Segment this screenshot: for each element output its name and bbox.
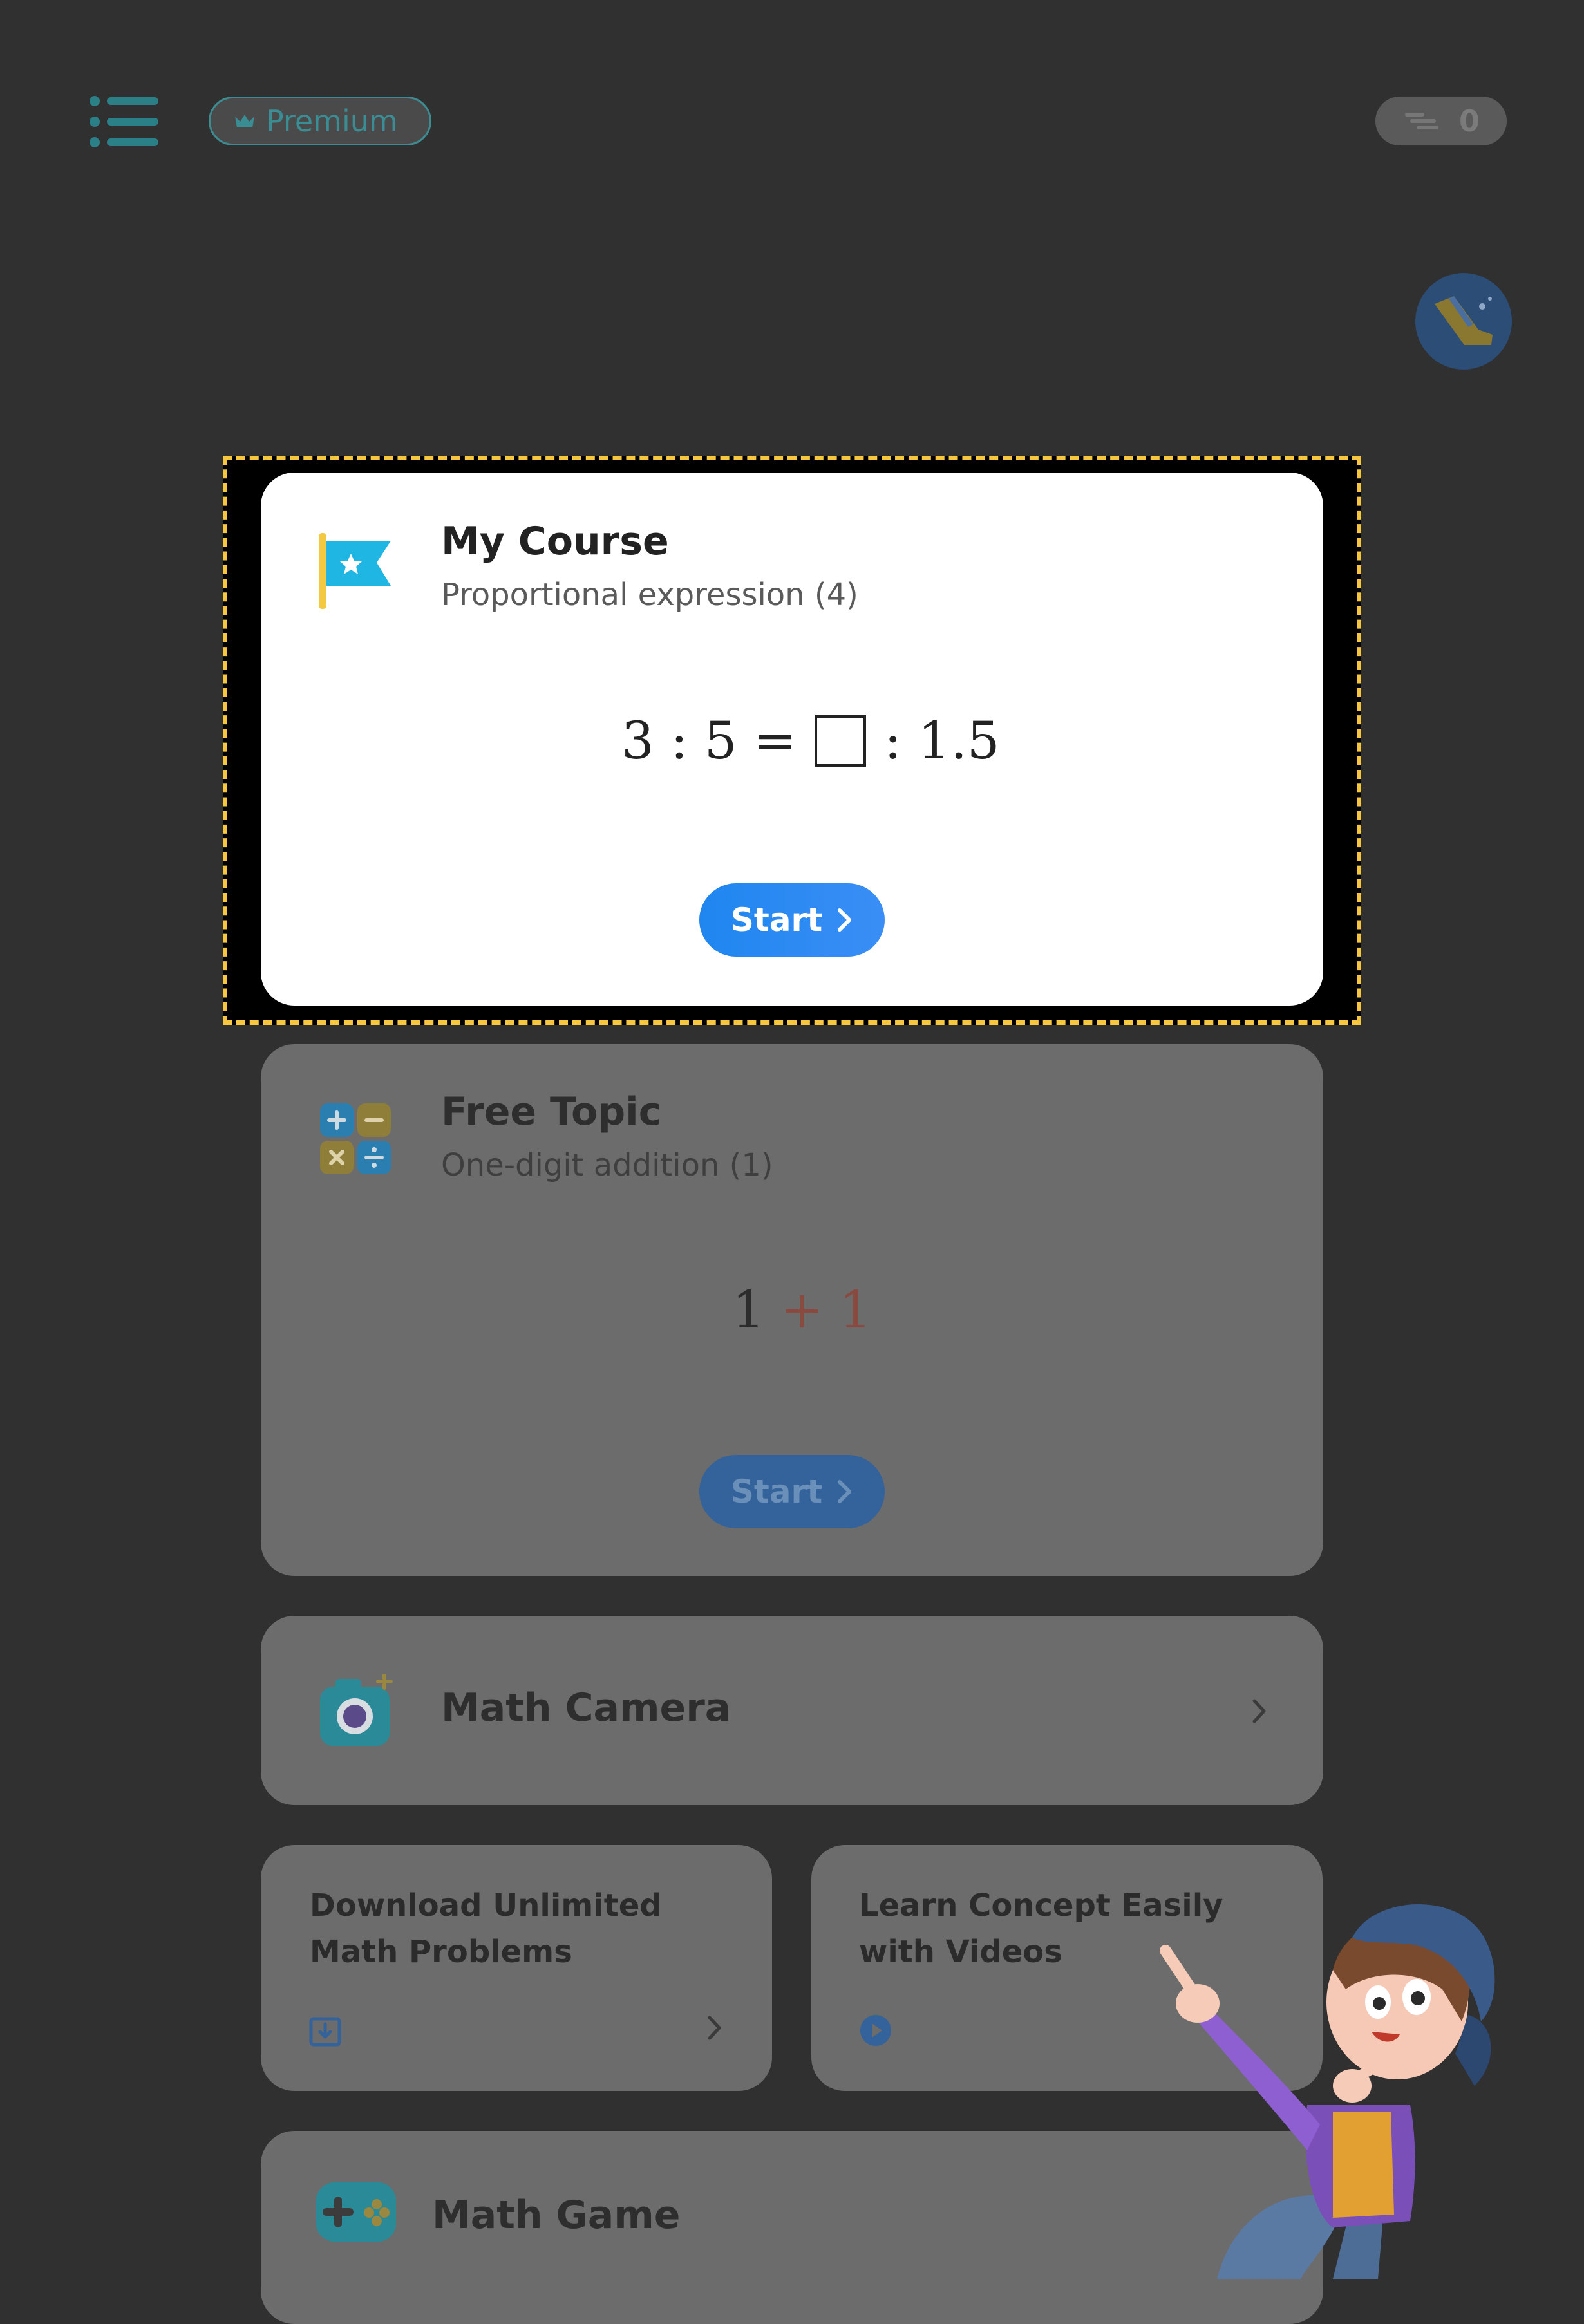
premium-button[interactable]: Premium bbox=[209, 97, 431, 145]
free-topic-card[interactable]: Free Topic One-digit addition (1) 1 + 1 … bbox=[261, 1044, 1323, 1576]
math-camera-title: Math Camera bbox=[441, 1685, 731, 1730]
mascot-boy-illustration bbox=[1160, 1904, 1495, 2279]
gamepad-icon bbox=[316, 2182, 396, 2242]
download-problems-card[interactable]: Download Unlimited Math Problems bbox=[261, 1845, 772, 2091]
coin-counter[interactable]: 0 bbox=[1375, 97, 1507, 145]
flag-icon bbox=[319, 533, 391, 609]
premium-label: Premium bbox=[266, 104, 398, 138]
chevron-right-icon bbox=[1252, 1699, 1266, 1723]
chevron-right-icon bbox=[708, 2016, 721, 2040]
trophy-shoe-icon bbox=[1435, 296, 1493, 345]
start-label: Start bbox=[730, 901, 823, 939]
start-label: Start bbox=[730, 1473, 823, 1510]
download-card-title: Download Unlimited Math Problems bbox=[310, 1888, 662, 1970]
free-topic-subtitle: One-digit addition (1) bbox=[441, 1147, 773, 1183]
speed-coin-icon bbox=[1404, 113, 1438, 129]
expression-right: : 1.5 bbox=[884, 711, 1000, 771]
chevron-right-icon bbox=[838, 1480, 852, 1503]
achievement-badge-button[interactable] bbox=[1415, 273, 1512, 370]
my-course-subtitle: Proportional expression (4) bbox=[441, 577, 858, 613]
my-course-card[interactable]: My Course Proportional expression (4) 3 … bbox=[261, 473, 1323, 1006]
menu-button[interactable] bbox=[89, 95, 160, 148]
download-icon bbox=[309, 2017, 341, 2047]
free-topic-title: Free Topic bbox=[441, 1089, 662, 1134]
expression-left: 3 : 5 = bbox=[621, 711, 797, 771]
math-game-title: Math Game bbox=[432, 2193, 681, 2238]
my-course-start-button[interactable]: Start bbox=[699, 883, 885, 957]
operand-b: 1 bbox=[838, 1280, 872, 1340]
camera-icon bbox=[320, 1674, 393, 1746]
math-problem: 3 : 5 = : 1.5 bbox=[621, 711, 1000, 771]
operand-a: 1 bbox=[732, 1280, 765, 1340]
list-menu-icon bbox=[90, 96, 158, 147]
answer-blank-box[interactable] bbox=[815, 715, 867, 767]
chevron-right-icon bbox=[838, 908, 852, 932]
calculator-operations-icon bbox=[320, 1103, 391, 1174]
my-course-title: My Course bbox=[441, 519, 669, 564]
plus-operator: + bbox=[780, 1280, 824, 1340]
math-camera-card[interactable]: Math Camera bbox=[261, 1616, 1323, 1805]
crown-icon bbox=[235, 115, 254, 127]
play-circle-icon bbox=[860, 2015, 891, 2046]
free-topic-problem: 1 + 1 bbox=[732, 1280, 872, 1340]
free-topic-start-button[interactable]: Start bbox=[699, 1455, 885, 1528]
coin-count: 0 bbox=[1458, 104, 1480, 138]
